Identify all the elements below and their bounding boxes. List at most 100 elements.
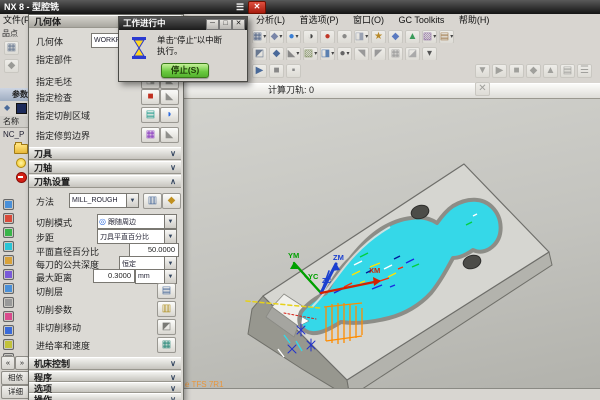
select-cut-area-button[interactable]: ▤ — [141, 107, 160, 123]
no-entry-icon[interactable] — [16, 172, 27, 183]
edit-method-button[interactable]: ▥ — [143, 193, 162, 209]
axis-label-zm: ZM — [333, 253, 344, 262]
select-trim-boundary-button[interactable]: ▦ — [141, 127, 160, 143]
material-red-icon[interactable]: ● — [320, 30, 335, 44]
view-orient-icon[interactable]: ▦▾ — [252, 30, 267, 44]
stop-tool-icon[interactable]: ■ — [269, 64, 284, 78]
analysis-tool-icon[interactable]: ▲ — [405, 30, 420, 44]
nav-tool-icon[interactable]: ◆ — [4, 59, 19, 73]
resource-bar-icon[interactable] — [3, 241, 14, 252]
menu-analysis[interactable]: 分析(L) — [250, 14, 291, 26]
mirror-tool-icon[interactable]: ◪ — [405, 47, 420, 61]
resource-bar-icon[interactable] — [3, 227, 14, 238]
resource-bar-icon[interactable] — [3, 283, 14, 294]
resource-bar-icon[interactable] — [3, 213, 14, 224]
menu-preferences[interactable]: 首选项(P) — [294, 14, 345, 26]
layer-settings-icon[interactable]: ▤▾ — [439, 30, 454, 44]
navy-tool-icon[interactable] — [16, 103, 27, 114]
section-header-path-settings[interactable]: 刀轨设置 ∧ — [29, 175, 181, 188]
collapse-right-button[interactable]: » — [15, 356, 29, 370]
tree-item-nc-program[interactable]: NC_P — [3, 130, 24, 139]
viewport-3d[interactable]: YM YC ZM ZC XM — [183, 97, 600, 388]
max-distance-unit-dropdown[interactable]: mm ▼ — [135, 269, 177, 284]
shaded-view-icon[interactable]: ●▾ — [286, 30, 301, 44]
lightbulb-icon[interactable] — [16, 158, 26, 168]
display-check-button[interactable]: ◣ — [160, 89, 179, 105]
close-button[interactable]: ✕ — [248, 1, 266, 14]
selection-filter-icon[interactable]: ◩ — [252, 47, 267, 61]
edit-pencil-icon[interactable]: ◆ — [4, 103, 10, 112]
specify-cut-area-label: 指定切削区域 — [36, 109, 90, 122]
select-check-button[interactable]: ■ — [141, 89, 160, 105]
details-button[interactable]: 详细 — [1, 385, 30, 399]
snap-grid-icon[interactable]: ▦ — [4, 41, 19, 55]
create-operation-icon[interactable]: ▨▾ — [303, 47, 318, 61]
material-gray-icon[interactable]: ● — [337, 30, 352, 44]
flat-diameter-input[interactable]: 50.0000 — [129, 243, 179, 257]
stepover-dropdown[interactable]: 刀具平直百分比 ▼ — [97, 229, 177, 244]
more-commands-icon[interactable]: ▾ — [422, 47, 437, 61]
section-header-tool-axis[interactable]: 刀轴 ∨ — [29, 161, 181, 174]
delete-tool-icon[interactable]: ✕ — [475, 82, 490, 96]
dependencies-button[interactable]: 相依 — [1, 371, 30, 385]
cutting-parameters-button[interactable]: ▥ — [157, 301, 176, 317]
non-cutting-moves-button[interactable]: ◩ — [157, 319, 176, 335]
snapshot-icon[interactable]: ★ — [371, 30, 386, 44]
resource-bar-icon[interactable] — [3, 255, 14, 266]
collapse-left-button[interactable]: « — [1, 356, 15, 370]
pause-tool-icon[interactable]: ▪ — [286, 64, 301, 78]
resource-bar-icon[interactable] — [3, 199, 14, 210]
method-dropdown[interactable]: MILL_ROUGH ▼ — [69, 193, 139, 208]
stop-button[interactable]: 停止(S) — [161, 63, 209, 78]
replay-toolpath-icon[interactable]: ▶ — [492, 64, 507, 78]
resource-bar-icon[interactable] — [3, 269, 14, 280]
minimize-button[interactable]: ─ — [206, 19, 219, 30]
measure-icon[interactable]: ◆ — [388, 30, 403, 44]
shop-doc-icon[interactable]: ▤ — [560, 64, 575, 78]
cut-levels-button[interactable]: ▤ — [157, 283, 176, 299]
name-column-header[interactable]: 名称 — [0, 116, 30, 128]
feeds-speeds-button[interactable]: ▦ — [157, 337, 176, 353]
navigator-panel-header[interactable]: 参数 — [0, 88, 30, 101]
menu-help[interactable]: 帮助(H) — [453, 14, 496, 26]
play-tool-icon[interactable]: ▶ — [252, 64, 267, 78]
pattern-tool-icon[interactable]: ▦ — [388, 47, 403, 61]
menu-gc-toolkits[interactable]: GC Toolkits — [393, 14, 451, 26]
hamburger-icon[interactable]: ☰ — [236, 0, 244, 14]
section-header-actions[interactable]: 操作 ∨ — [29, 393, 181, 400]
trim-tool-icon[interactable]: ◤ — [371, 47, 386, 61]
resource-bar-icon[interactable] — [3, 311, 14, 322]
dropdown-arrow-icon: ▼ — [164, 230, 176, 243]
snap-point-icon[interactable]: ◆ — [269, 47, 284, 61]
display-trim-boundary-button[interactable]: ◣ — [160, 127, 179, 143]
section-header-program[interactable]: 程序 ∨ — [29, 371, 181, 382]
new-method-button[interactable]: ◆ — [162, 193, 181, 209]
max-distance-input[interactable]: 0.3000 — [93, 269, 135, 283]
section-header-options[interactable]: 选项 ∨ — [29, 382, 181, 393]
window-split-icon[interactable]: ◨▾ — [354, 30, 369, 44]
section-header-tool[interactable]: 刀具 ∨ — [29, 147, 181, 160]
menu-window[interactable]: 窗口(O) — [347, 14, 390, 26]
dialog-close-button[interactable]: ✕ — [232, 19, 245, 30]
folder-icon[interactable] — [14, 144, 28, 154]
post-process-icon[interactable]: ◆ — [526, 64, 541, 78]
resource-bar-icon[interactable] — [3, 297, 14, 308]
create-geometry-icon[interactable]: ◣▾ — [286, 47, 301, 61]
display-cut-area-button[interactable]: ◗ — [160, 107, 179, 123]
create-tool-icon[interactable]: ◨▾ — [320, 47, 335, 61]
rendering-style-icon[interactable]: ◆▾ — [269, 30, 284, 44]
section-header-machine-control[interactable]: 机床控制 ∨ — [29, 357, 181, 370]
resource-bar-icon[interactable] — [3, 339, 14, 350]
generate-toolpath-icon[interactable]: ▼ — [475, 64, 490, 78]
resource-bar-icon[interactable] — [3, 325, 14, 336]
list-output-icon[interactable]: ☰ — [577, 64, 592, 78]
mcs-icon[interactable]: ●▾ — [337, 47, 352, 61]
snap-point-label[interactable]: 品点 — [2, 28, 18, 39]
move-object-icon[interactable]: ▧▾ — [422, 30, 437, 44]
edge-tool-icon[interactable]: ◥ — [354, 47, 369, 61]
maximize-button[interactable]: □ — [219, 19, 232, 30]
cut-pattern-dropdown[interactable]: ◎ 跟随周边 ▼ — [97, 214, 177, 229]
verify-toolpath-icon[interactable]: ■ — [509, 64, 524, 78]
flag-tool-icon[interactable]: ▲ — [543, 64, 558, 78]
contrast-icon[interactable]: ◑ — [303, 30, 318, 44]
